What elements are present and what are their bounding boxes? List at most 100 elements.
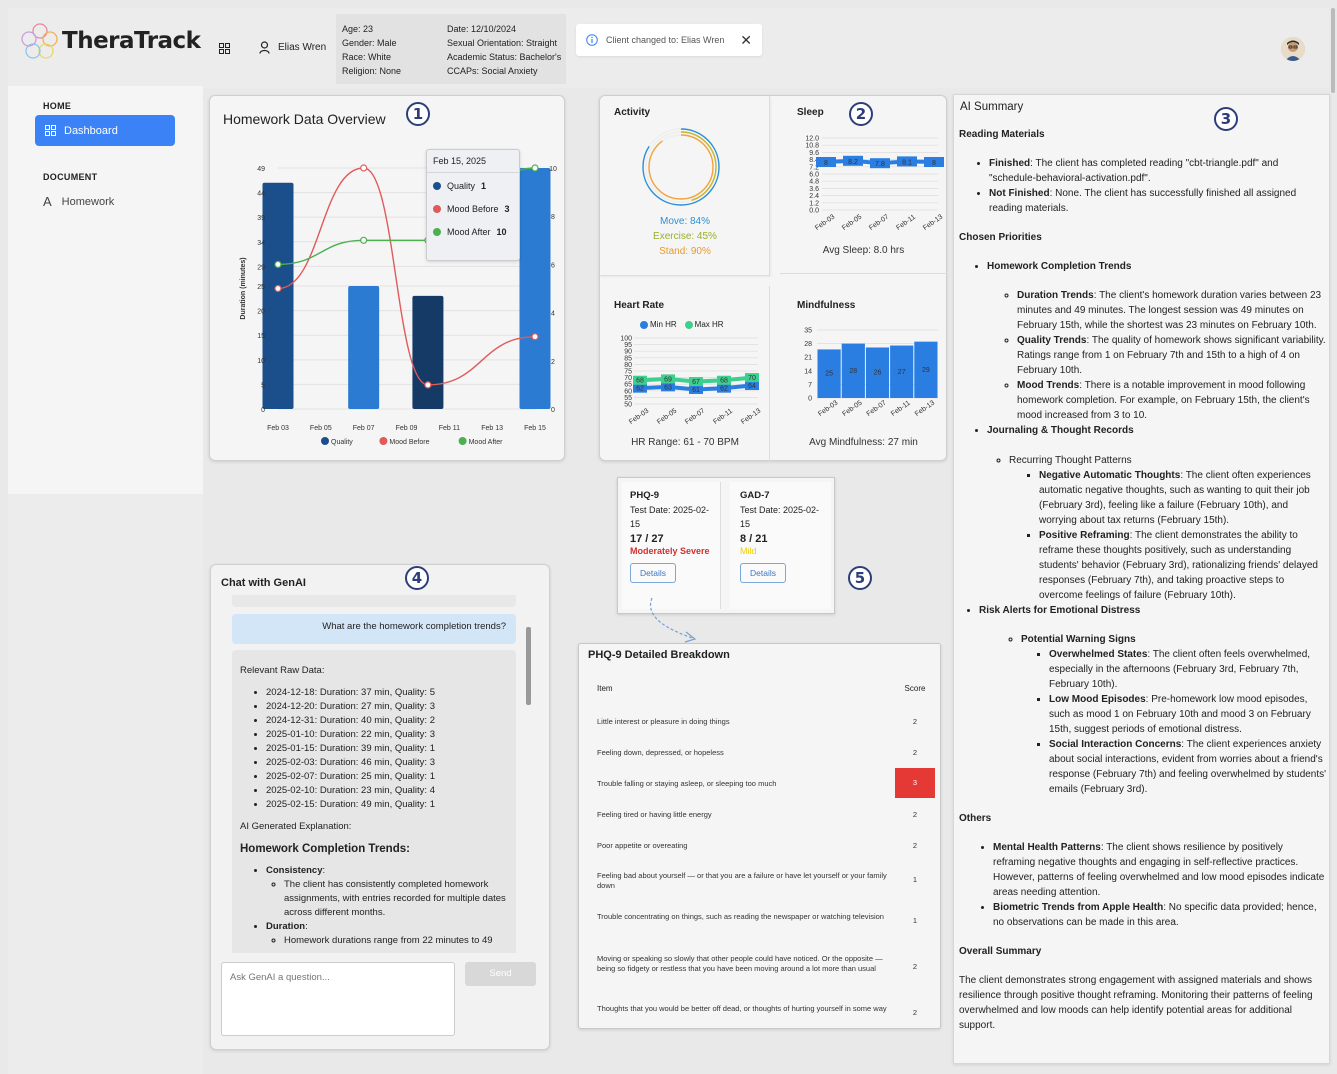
race: Race: White xyxy=(342,52,392,62)
legend-label: Mood Before xyxy=(389,439,429,446)
raw-data-item: 2025-02-15: Duration: 49 min, Quality: 1 xyxy=(266,798,508,812)
heart-data-label: 68 xyxy=(636,378,644,385)
tooltip-label: Mood Before xyxy=(447,204,499,214)
close-icon[interactable]: ✕ xyxy=(740,32,752,49)
date: Date: 12/10/2024 xyxy=(447,24,517,34)
sleep-footer: Avg Sleep: 8.0 hrs xyxy=(822,245,905,256)
item-label: Consistency xyxy=(266,865,323,876)
y-tick-label: 2.4 xyxy=(809,193,819,200)
sleep-data-label: 8.2 xyxy=(848,159,858,166)
card-title: Heart Rate xyxy=(614,300,665,311)
table-row-score: 1 xyxy=(912,875,918,884)
point-Mood After-3 xyxy=(531,164,539,172)
heart-data-label: 61 xyxy=(692,387,700,394)
journal-list: Journaling & Thought Records xyxy=(959,423,1327,438)
phq9-score: 17 / 27 xyxy=(630,533,664,545)
table-row-item: Feeling down, depressed, or hopeless xyxy=(597,748,724,757)
sidebar: TheraTrack HOME Dashboard DOCUMENT A Hom… xyxy=(8,8,203,1074)
gad7-details-button[interactable]: Details xyxy=(740,563,786,583)
reading-list: Finished: The client has completed readi… xyxy=(959,156,1327,216)
list-item: Mood Trends: There is a notable improvem… xyxy=(1017,378,1327,423)
x-tick-label: Feb 11 xyxy=(439,425,460,432)
table-row-item: Trouble concentrating on things, such as… xyxy=(597,912,884,921)
sidebar-item-homework[interactable]: A Homework xyxy=(43,194,114,209)
bar-2025-02-03 xyxy=(262,182,294,409)
list-item: Quality Trends: The quality of homework … xyxy=(1017,333,1327,378)
x-tick-label: Feb-11 xyxy=(895,214,917,232)
heart-footer: HR Range: 61 - 70 BPM xyxy=(631,437,739,448)
legend-swatch xyxy=(433,228,441,236)
priorities-list: Homework Completion Trends xyxy=(959,259,1327,274)
phq9-details-button[interactable]: Details xyxy=(630,563,676,583)
list-item: Low Mood Episodes: Pre-homework low mood… xyxy=(1049,692,1327,737)
card-title: Activity xyxy=(614,107,651,118)
ring-2 xyxy=(648,134,714,200)
sleep-data-label: 7.8 xyxy=(875,161,885,168)
point-Mood Before-2 xyxy=(424,381,432,389)
phq9-severity: Moderately Severe xyxy=(630,546,710,556)
y-tick-label: 5 xyxy=(261,382,265,389)
point-Mood Before-1 xyxy=(360,164,368,172)
badge-2: 2 xyxy=(849,102,873,126)
nav-section-document: DOCUMENT xyxy=(43,172,98,182)
list-item: Overwhelmed States: The client often fee… xyxy=(1049,647,1327,692)
y2-tick-label: 4 xyxy=(551,311,555,318)
apps-grid-icon[interactable] xyxy=(219,43,230,54)
phq9-title: PHQ-9 xyxy=(630,490,660,501)
x-tick-label: Feb-13 xyxy=(914,399,936,418)
tooltip-value: 3 xyxy=(504,204,510,214)
y-tick-label: 44 xyxy=(257,191,265,198)
panel-title: PHQ-9 Detailed Breakdown xyxy=(588,649,730,661)
item-label: Biometric Trends from Apple Health xyxy=(993,902,1164,913)
legend-swatch xyxy=(321,437,329,445)
legend-min: Min HR xyxy=(640,320,677,329)
y2-tick-label: 8 xyxy=(551,214,555,221)
assessments-panel: PHQ-9 Test Date: 2025-02-15 17 / 27 Mode… xyxy=(617,477,835,614)
list-item: Positive Reframing: The client demonstra… xyxy=(1039,528,1327,603)
phq9-card: PHQ-9 Test Date: 2025-02-15 17 / 27 Mode… xyxy=(622,482,721,609)
card-title: Mindfulness xyxy=(797,300,856,311)
sub-list: The client has consistently completed ho… xyxy=(266,878,508,920)
chat-messages[interactable]: What are the homework completion trends?… xyxy=(222,595,536,953)
send-button[interactable]: Send xyxy=(465,962,536,986)
sub-list: Homework durations range from 22 minutes… xyxy=(266,934,508,948)
table-row-score: 2 xyxy=(912,810,918,819)
activity-rings xyxy=(642,128,720,206)
mindful-data-label: 27 xyxy=(898,369,906,376)
flower-logo-icon xyxy=(21,23,58,59)
tooltip-value: 1 xyxy=(481,181,487,191)
x-tick-label: Feb-07 xyxy=(866,399,888,418)
x-tick-label: Feb 03 xyxy=(267,425,289,432)
y-tick-label: 39 xyxy=(257,215,265,222)
panel-title: Homework Data Overview xyxy=(223,111,386,127)
item-label: Finished xyxy=(989,158,1031,169)
legend-swatch xyxy=(379,437,388,445)
chat-scrollbar[interactable] xyxy=(526,627,531,705)
app-logo[interactable]: TheraTrack xyxy=(20,22,201,60)
y-tick-label: 0.0 xyxy=(809,208,819,215)
chat-input[interactable] xyxy=(221,962,455,1036)
list-item: Journaling & Thought Records xyxy=(987,423,1327,438)
mindfulness-chart: 352821147025 28 26 27 29Feb-03 Feb-05 Feb-07 Fe… xyxy=(804,328,938,418)
x-tick-label: Feb 13 xyxy=(481,425,503,432)
heart-rate-card: Heart Rate Min HR Max HR 100 95 90 85 80 75 70… xyxy=(600,286,770,462)
card-title: Sleep xyxy=(797,107,824,118)
raw-data-item: 2025-01-15: Duration: 39 min, Quality: 1 xyxy=(266,742,508,756)
page-scrollbar[interactable] xyxy=(1331,8,1335,93)
list-item: Potential Warning Signs xyxy=(1021,632,1327,647)
raw-data-item: 2024-12-31: Duration: 40 min, Quality: 2 xyxy=(266,714,508,728)
table-row-item: Feeling tired or having little energy xyxy=(597,810,712,819)
tooltip-value: 10 xyxy=(496,227,507,237)
item-label: Mood Trends xyxy=(1017,380,1080,391)
bar-2025-02-07 xyxy=(348,286,380,409)
risk-list: Risk Alerts for Emotional Distress xyxy=(959,603,1327,618)
item-label: Low Mood Episodes xyxy=(1049,694,1146,705)
mindful-data-label: 25 xyxy=(825,371,833,378)
health-metrics-panel: Activity Move: 84% Exercise: 45% Stand: … xyxy=(599,95,947,462)
client-name[interactable]: Elias Wren xyxy=(278,42,326,53)
sexual-orientation: Sexual Orientation: Straight xyxy=(447,38,558,48)
y-tick-label: 7 xyxy=(808,382,812,389)
avatar[interactable] xyxy=(1281,37,1305,61)
sidebar-item-dashboard[interactable]: Dashboard xyxy=(35,115,175,146)
badge-3: 3 xyxy=(1214,107,1238,131)
